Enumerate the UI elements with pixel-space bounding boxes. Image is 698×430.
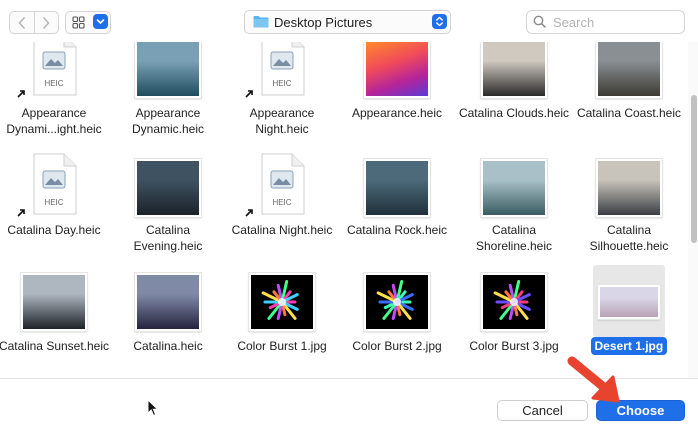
color-burst-graphic — [261, 280, 299, 321]
file-name: Catalina Coast.heic — [576, 106, 682, 120]
heic-document-icon: HEIC — [33, 153, 77, 215]
file-name: Appearance Dynami...ight.heic — [6, 106, 102, 136]
search-input[interactable] — [551, 13, 680, 32]
image-thumbnail — [135, 159, 201, 217]
file-item[interactable]: Catalina.heic — [110, 42, 226, 378]
image-thumbnail — [364, 159, 430, 217]
alias-arrow-icon — [16, 207, 27, 218]
heic-document-icon: HEIC — [261, 153, 305, 215]
chevron-left-icon — [18, 16, 25, 29]
svg-text:HEIC: HEIC — [272, 198, 291, 207]
color-burst-graphic — [376, 280, 414, 321]
icon-grid-icon — [72, 16, 85, 29]
heic-document-icon: HEIC — [261, 42, 305, 96]
file-name: Catalina Evening.heic — [133, 223, 203, 253]
file-name: Color Burst 2.jpg — [352, 339, 442, 353]
alias-arrow-icon — [16, 88, 27, 99]
image-thumbnail — [481, 42, 547, 98]
file-item[interactable]: Catalina Coast.heic — [571, 42, 687, 378]
toolbar: Desktop Pictures — [0, 0, 698, 42]
svg-text:HEIC: HEIC — [44, 79, 63, 88]
forward-button[interactable] — [33, 12, 59, 33]
selection-highlight — [593, 265, 665, 337]
image-thumbnail — [596, 42, 662, 98]
file-name: Catalina.heic — [133, 339, 203, 353]
file-name: Appearance Night.heic — [249, 106, 315, 136]
file-item[interactable]: Catalina Silhouette.heic — [571, 42, 687, 378]
alias-arrow-icon — [244, 88, 255, 99]
image-thumbnail-burst — [249, 273, 315, 331]
chevron-right-icon — [43, 16, 50, 29]
annotation-arrow-icon — [567, 356, 620, 403]
image-thumbnail — [481, 159, 547, 217]
file-name: Catalina Day.heic — [7, 223, 101, 237]
folder-icon — [253, 16, 269, 28]
file-item[interactable]: Catalina Rock.heic — [339, 42, 455, 378]
search-field[interactable] — [526, 10, 685, 34]
file-item[interactable]: Appearance Dynamic.heic — [110, 42, 226, 378]
file-item[interactable]: Catalina Sunset.heic — [0, 42, 112, 378]
file-name: Catalina Rock.heic — [346, 223, 448, 237]
svg-text:HEIC: HEIC — [44, 198, 63, 207]
image-thumbnail — [135, 273, 201, 331]
file-item[interactable]: Catalina Evening.heic — [110, 42, 226, 378]
view-options-button[interactable] — [65, 11, 111, 34]
svg-text:HEIC: HEIC — [272, 79, 291, 88]
file-item[interactable]: Color Burst 3.jpg — [456, 42, 572, 378]
file-name: Color Burst 3.jpg — [469, 339, 559, 353]
file-name: Catalina Clouds.heic — [458, 106, 570, 120]
file-name: Appearance.heic — [351, 106, 443, 120]
file-name-selected: Desert 1.jpg — [590, 337, 668, 355]
file-name: Catalina Shoreline.heic — [475, 223, 553, 253]
file-item[interactable]: HEIC Appearance Night.heic — [224, 42, 340, 378]
mouse-pointer-icon — [147, 399, 159, 417]
heic-document-icon: HEIC — [33, 42, 77, 96]
file-item[interactable]: Color Burst 1.jpg — [224, 42, 340, 378]
file-name: Catalina Sunset.heic — [0, 339, 110, 353]
file-item[interactable]: Catalina Shoreline.heic — [456, 42, 572, 378]
search-icon — [533, 15, 546, 28]
chevron-down-icon — [93, 14, 108, 29]
image-thumbnail — [21, 273, 87, 331]
location-label: Desktop Pictures — [274, 15, 373, 30]
scrollbar-thumb[interactable] — [691, 95, 697, 243]
file-item[interactable]: Catalina Clouds.heic — [456, 42, 572, 378]
file-item[interactable]: HEIC Catalina Night.heic — [224, 42, 340, 378]
back-button[interactable] — [10, 12, 34, 33]
color-burst-graphic — [493, 280, 531, 321]
up-down-chevron-icon — [432, 14, 447, 29]
image-thumbnail — [364, 42, 430, 98]
image-thumbnail-burst — [364, 273, 430, 331]
file-item[interactable]: HEIC Appearance Dynami...ight.heic — [0, 42, 112, 378]
image-thumbnail — [596, 159, 662, 217]
file-item[interactable]: Desert 1.jpg — [571, 42, 687, 378]
file-grid: HEIC Appearance Dynami...ight.heic Appeara… — [0, 42, 688, 378]
navigation-group — [9, 11, 59, 34]
file-item[interactable]: Color Burst 2.jpg — [339, 42, 455, 378]
file-item[interactable]: HEIC Catalina Day.heic — [0, 42, 112, 378]
alias-arrow-icon — [244, 207, 255, 218]
image-thumbnail — [598, 285, 660, 319]
image-thumbnail — [135, 42, 201, 98]
location-popup[interactable]: Desktop Pictures — [244, 10, 451, 34]
vertical-scrollbar[interactable] — [688, 42, 698, 378]
file-name: Catalina Silhouette.heic — [589, 223, 669, 253]
image-thumbnail-burst — [481, 273, 547, 331]
file-name: Catalina Night.heic — [231, 223, 333, 237]
file-name: Appearance Dynamic.heic — [131, 106, 205, 136]
file-name: Color Burst 1.jpg — [237, 339, 327, 353]
file-item[interactable]: Appearance.heic — [339, 42, 455, 378]
